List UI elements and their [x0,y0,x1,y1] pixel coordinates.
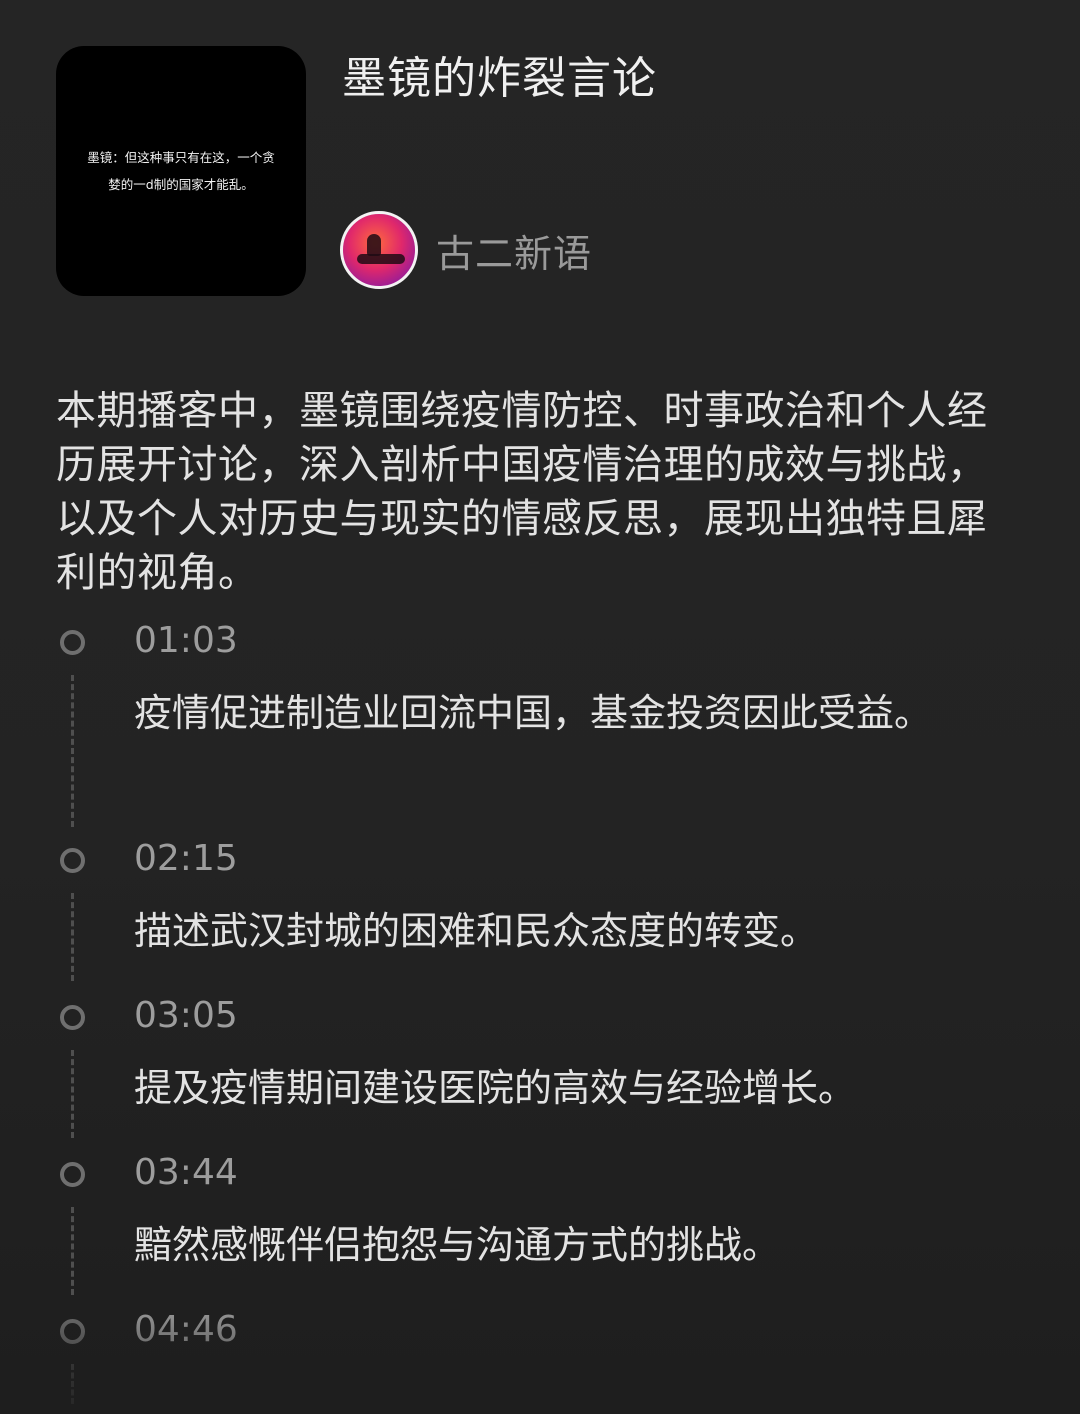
timeline-connector [71,893,74,981]
chapter-summary: 描述武汉封城的困难和民众态度的转变。 [134,909,819,953]
timeline-connector [71,1364,74,1404]
author-avatar[interactable] [340,211,418,289]
chapter-timestamp[interactable]: 02:15 [134,834,238,884]
chapter-summary: 黯然感慨伴侣抱怨与沟通方式的挑战。 [134,1223,781,1267]
cover-quote: 墨镜：但这种事只有在这，一个贪 婪的一d制的国家才能乱。 [87,150,275,192]
timeline-connector [71,1207,74,1295]
chapter-summary: 疫情促进制造业回流中国，基金投资因此受益。 [134,691,933,735]
chapter-dot-icon [60,630,85,655]
chapter-dot-icon [60,1319,85,1344]
chapter-timestamp[interactable]: 03:44 [134,1148,238,1198]
episode-description: 本期播客中，墨镜围绕疫情防控、时事政治和个人经历展开讨论，深入剖析中国疫情治理的… [56,388,988,596]
chapter-dot-icon [60,1162,85,1187]
chapter-dot-icon [60,1005,85,1030]
chapter-timestamp[interactable]: 01:03 [134,616,238,666]
timeline-connector [71,1050,74,1138]
timeline-connector [71,675,74,827]
chapter-dot-icon [60,848,85,873]
chapter-summary: 提及疫情期间建设医院的高效与经验增长。 [134,1066,857,1110]
episode-cover: 墨镜：但这种事只有在这，一个贪 婪的一d制的国家才能乱。 [56,46,306,296]
episode-title: 墨镜的炸裂言论 [342,53,657,104]
author-link[interactable]: 古二新语 [340,211,592,289]
chapter-timestamp[interactable]: 03:05 [134,991,238,1041]
chapter-timestamp[interactable]: 04:46 [134,1305,238,1355]
author-name[interactable]: 古二新语 [436,223,592,278]
